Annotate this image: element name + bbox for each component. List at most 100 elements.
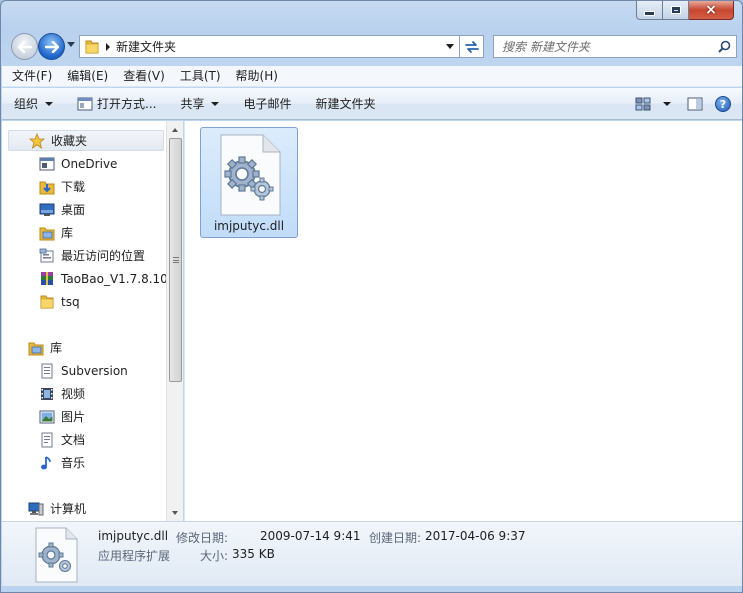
minimize-button[interactable]	[636, 1, 663, 20]
downloads-folder-icon	[39, 179, 55, 195]
tree-item-taobao[interactable]: TaoBao_V1.7.8.10_	[39, 268, 166, 289]
minimize-icon	[644, 10, 655, 16]
email-label: 电子邮件	[243, 97, 292, 111]
tree-item-onedrive[interactable]: OneDrive	[39, 153, 117, 174]
document-library-icon	[39, 363, 55, 379]
open-with-button[interactable]: 打开方式...	[65, 88, 168, 120]
library-icon	[39, 225, 55, 241]
scroll-down-button[interactable]	[167, 504, 183, 521]
breadcrumb-chevron-icon[interactable]	[106, 42, 110, 51]
tree-item-label: tsq	[61, 294, 80, 309]
tree-item-tsq[interactable]: tsq	[39, 291, 80, 312]
menu-file[interactable]: 文件(F)	[2, 66, 57, 87]
close-button[interactable]: ×	[689, 1, 734, 20]
tree-item-label: 计算机	[50, 502, 87, 516]
maximize-button[interactable]	[663, 1, 689, 20]
back-button[interactable]	[11, 33, 38, 60]
grip-icon	[172, 257, 179, 263]
navigation-tree: 收藏夹 OneDrive 下载 桌面 库 最近访问的位置 TaoBao_V1.7…	[2, 121, 166, 521]
menu-tools[interactable]: 工具(T)	[170, 66, 226, 87]
tree-item-favorites[interactable]: 收藏夹	[8, 130, 164, 151]
tree-item-subversion[interactable]: Subversion	[39, 360, 128, 381]
refresh-button[interactable]	[460, 35, 484, 58]
window-bottom-border	[1, 586, 742, 592]
file-list-pane[interactable]: imjputyc.dll	[184, 121, 742, 521]
search-input[interactable]	[494, 36, 712, 57]
caption-buttons: ×	[636, 1, 734, 20]
menu-bar: 文件(F) 编辑(E) 查看(V) 工具(T) 帮助(H)	[2, 66, 742, 87]
navigation-scrollbar[interactable]	[166, 121, 183, 521]
preview-pane-button[interactable]	[681, 97, 709, 111]
dll-settings-file-icon	[35, 527, 78, 583]
menu-edit[interactable]: 编辑(E)	[57, 66, 113, 87]
share-label: 共享	[180, 97, 205, 111]
tree-item-documents[interactable]: 文档	[39, 429, 85, 450]
tree-item-libraries[interactable]: 库	[28, 337, 62, 358]
tree-item-music[interactable]: 音乐	[39, 452, 85, 473]
tree-item-pictures[interactable]: 图片	[39, 406, 85, 427]
maximize-icon	[670, 6, 681, 14]
tree-item-label: 下载	[61, 180, 86, 194]
folder-icon	[83, 36, 101, 58]
tree-item-label: Subversion	[61, 363, 128, 378]
address-bar[interactable]: 新建文件夹	[79, 35, 460, 58]
organize-label: 组织	[14, 97, 39, 111]
chevron-up-icon	[172, 127, 178, 132]
command-bar-right: ?	[631, 88, 731, 120]
help-icon[interactable]: ?	[715, 96, 731, 112]
command-bar: 组织 打开方式... 共享 电子邮件 新建文件夹 ?	[2, 88, 742, 120]
forward-button[interactable]	[38, 33, 65, 60]
tree-item-label: 视频	[61, 387, 86, 401]
tree-item-label: 库	[61, 226, 74, 240]
breadcrumb-current[interactable]: 新建文件夹	[116, 38, 441, 55]
close-icon: ×	[705, 2, 717, 18]
tree-item-label: 桌面	[61, 203, 86, 217]
tree-item-videos[interactable]: 视频	[39, 383, 85, 404]
chevron-down-icon	[446, 44, 454, 49]
navigation-row: 新建文件夹	[9, 31, 737, 61]
modified-label: 修改日期:	[176, 531, 229, 545]
recent-pages-dropdown[interactable]	[67, 42, 75, 47]
created-label: 创建日期:	[369, 531, 422, 545]
explorer-window: × 新建文件夹 文件(F) 编辑(E)	[0, 0, 743, 593]
chevron-down-icon[interactable]	[663, 102, 671, 106]
address-history-dropdown[interactable]	[441, 36, 459, 57]
tree-item-computer[interactable]: 计算机	[28, 498, 86, 519]
onedrive-icon	[39, 156, 55, 172]
email-button[interactable]: 电子邮件	[231, 88, 303, 120]
tree-item-label: 库	[50, 341, 63, 355]
chevron-down-icon	[172, 510, 178, 515]
tree-item-label: 图片	[61, 410, 86, 424]
tree-item-library[interactable]: 库	[39, 222, 73, 243]
file-item[interactable]: imjputyc.dll	[200, 127, 298, 238]
change-view-button[interactable]	[631, 97, 675, 111]
tree-item-label: OneDrive	[61, 156, 118, 171]
menu-help[interactable]: 帮助(H)	[226, 66, 283, 87]
organize-button[interactable]: 组织	[2, 88, 65, 120]
window-icon	[77, 97, 93, 111]
search-icon[interactable]	[712, 36, 736, 57]
tree-item-desktop[interactable]: 桌面	[39, 199, 85, 220]
details-pane: imjputyc.dll 应用程序扩展 修改日期: 2009-07-14 9:4…	[2, 521, 742, 586]
search-box[interactable]	[493, 35, 737, 58]
tree-item-downloads[interactable]: 下载	[39, 176, 85, 197]
menu-view[interactable]: 查看(V)	[113, 66, 170, 87]
scrollbar-thumb[interactable]	[169, 138, 182, 382]
open-with-label: 打开方式...	[97, 97, 157, 111]
tree-item-label: TaoBao_V1.7.8.10_	[61, 271, 166, 286]
computer-icon	[28, 501, 44, 517]
library-icon	[28, 340, 44, 356]
view-options-icon	[635, 97, 651, 111]
share-button[interactable]: 共享	[168, 88, 231, 120]
scroll-up-button[interactable]	[167, 121, 183, 138]
document-icon	[39, 432, 55, 448]
tree-item-recent-places[interactable]: 最近访问的位置	[39, 245, 145, 266]
details-file-type: 应用程序扩展	[98, 549, 171, 563]
new-folder-button[interactable]: 新建文件夹	[304, 88, 388, 120]
tree-item-label: 文档	[61, 433, 86, 447]
preview-pane-icon	[687, 97, 703, 111]
file-name: imjputyc.dll	[213, 219, 285, 233]
desktop-icon	[39, 202, 55, 218]
tree-item-label: 收藏夹	[51, 134, 88, 148]
tree-item-label: 音乐	[61, 456, 86, 470]
